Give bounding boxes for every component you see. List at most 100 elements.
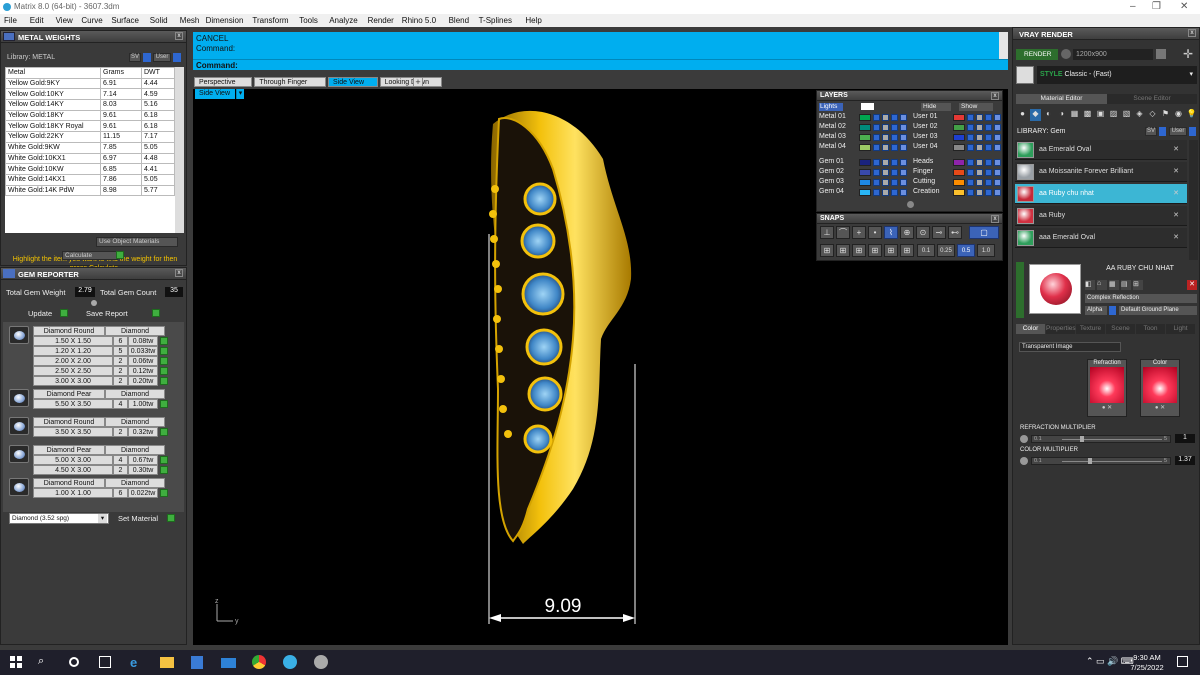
layer-lock-icon[interactable] — [882, 134, 889, 141]
gem-size-row[interactable]: 5.00 X 3.00 4 0.67tw — [33, 455, 158, 465]
add-view-tab-icon[interactable]: + — [413, 77, 423, 87]
metal-row[interactable]: Yellow Gold:18KY Royal 9.61 6.18 — [5, 120, 175, 133]
update-go-icon[interactable] — [60, 309, 68, 317]
refraction-reset-icon[interactable] — [1020, 435, 1028, 443]
snap-tool-icon[interactable]: + — [852, 226, 866, 239]
remove-material-icon[interactable]: ✕ — [1173, 145, 1179, 153]
layer-select-icon[interactable] — [891, 159, 898, 166]
maximize-icon[interactable]: ❐ — [1152, 1, 1161, 12]
layer-color-swatch[interactable] — [859, 134, 871, 141]
layer-lock-icon[interactable] — [976, 124, 983, 131]
color-multiplier-value[interactable]: 1.37 — [1175, 456, 1195, 465]
layer-color-swatch[interactable] — [953, 189, 965, 196]
layer-row[interactable]: Gem 03 — [819, 178, 909, 187]
update-button[interactable]: Update — [28, 309, 52, 318]
reflection-select[interactable]: Complex Reflection — [1085, 294, 1197, 303]
layer-visibility-icon[interactable] — [967, 169, 974, 176]
layer-row[interactable]: User 01 — [913, 113, 1003, 122]
resolution-field[interactable]: 1200x900 — [1073, 49, 1153, 60]
material-tool-icon[interactable]: ◑ — [1056, 109, 1067, 121]
layers-expand-icon[interactable] — [907, 201, 914, 208]
panel-close-icon[interactable]: x — [991, 215, 999, 223]
render-button[interactable]: RENDER — [1016, 49, 1058, 60]
layer-select-icon[interactable] — [985, 134, 992, 141]
layer-color-swatch[interactable] — [859, 159, 871, 166]
gem-select-icon[interactable] — [160, 337, 168, 345]
layer-color-swatch[interactable] — [953, 144, 965, 151]
layer-hide-icon[interactable] — [900, 189, 907, 196]
layer-row[interactable]: Metal 02 — [819, 123, 909, 132]
resolution-menu-icon[interactable] — [1156, 49, 1166, 59]
layer-select-icon[interactable] — [891, 124, 898, 131]
layer-hide-icon[interactable] — [994, 144, 1001, 151]
layer-row[interactable]: Heads — [913, 158, 1003, 167]
render-settings-icon[interactable] — [1061, 49, 1071, 59]
snap-increment[interactable]: 0.1 — [917, 244, 935, 257]
refraction-value[interactable]: 1 — [1175, 434, 1195, 443]
notifications-icon[interactable] — [1177, 656, 1188, 667]
metal-row[interactable]: White Gold:14KX1 7.86 5.05 — [5, 173, 175, 186]
gem-select-icon[interactable] — [160, 377, 168, 385]
preview-option-icon[interactable]: ⌂ — [1097, 280, 1107, 290]
gem-select-icon[interactable] — [160, 428, 168, 436]
layer-select-icon[interactable] — [985, 169, 992, 176]
material-tool-icon[interactable]: ◉ — [1173, 109, 1184, 121]
vray-sv-button[interactable]: SV — [1145, 127, 1157, 136]
matrix-app-icon[interactable] — [283, 655, 297, 669]
layer-hide-icon[interactable] — [994, 124, 1001, 131]
menu-curve[interactable]: Curve — [81, 16, 102, 25]
gem-size-row[interactable]: 3.00 X 3.00 2 0.20tw — [33, 376, 158, 386]
layer-select-icon[interactable] — [985, 144, 992, 151]
preview-close-icon[interactable]: ✕ — [1187, 280, 1197, 290]
layer-color-swatch[interactable] — [953, 179, 965, 186]
gem-size-row[interactable]: 3.50 X 3.50 2 0.32tw — [33, 427, 158, 437]
panel-close-icon[interactable]: x — [175, 32, 183, 40]
gem-size-row[interactable]: 1.00 X 1.00 6 0.022tw — [33, 488, 158, 498]
layer-color-swatch[interactable] — [953, 124, 965, 131]
color-reset-icon[interactable] — [1020, 457, 1028, 465]
close-icon[interactable]: ✕ — [1180, 1, 1188, 12]
material-tool-icon[interactable]: ▨ — [1108, 109, 1119, 121]
color-slider[interactable]: 0.1 5 — [1031, 457, 1171, 465]
metal-row[interactable]: Yellow Gold:10KY 7.14 4.59 — [5, 88, 175, 101]
layer-visibility-icon[interactable] — [967, 189, 974, 196]
tab-material-editor[interactable]: Material Editor — [1016, 94, 1107, 104]
menu-analyze[interactable]: Analyze — [329, 16, 357, 25]
layer-hide-icon[interactable] — [900, 114, 907, 121]
layer-select-icon[interactable] — [891, 144, 898, 151]
layer-visibility-icon[interactable] — [873, 144, 880, 151]
material-tool-icon[interactable]: ▣ — [1095, 109, 1106, 121]
menu-tools[interactable]: Tools — [299, 16, 318, 25]
menu-render[interactable]: Render — [368, 16, 394, 25]
layer-select-icon[interactable] — [985, 159, 992, 166]
snap-tool-icon[interactable]: • — [868, 226, 882, 239]
snap-tool-icon[interactable]: ⊥ — [820, 226, 834, 239]
gem-select-icon[interactable] — [160, 456, 168, 464]
gem-material-select[interactable]: Diamond (3.52 spg) ▾ — [9, 513, 109, 524]
menu-rhino-5-0[interactable]: Rhino 5.0 — [402, 16, 436, 25]
layer-lock-icon[interactable] — [882, 124, 889, 131]
minimize-icon[interactable]: – — [1130, 1, 1136, 12]
gem-size-row[interactable]: 4.50 X 3.00 2 0.30tw — [33, 465, 158, 475]
store-icon[interactable] — [191, 656, 203, 669]
layer-color-swatch[interactable] — [859, 169, 871, 176]
prop-tab-properties[interactable]: Properties — [1046, 324, 1076, 334]
preview-option-icon[interactable]: ▦ — [1109, 280, 1119, 290]
layer-color-swatch[interactable] — [953, 134, 965, 141]
metal-column-header[interactable]: DWT — [140, 67, 175, 79]
layer-color-swatch[interactable] — [859, 179, 871, 186]
menu-help[interactable]: Help — [525, 16, 541, 25]
snap-tool-icon[interactable]: ⌇ — [884, 226, 898, 239]
tab-through-finger[interactable]: Through Finger — [254, 77, 326, 87]
refraction-slider[interactable]: 0.1 5 — [1031, 435, 1171, 443]
layer-color-swatch[interactable] — [859, 144, 871, 151]
snap-mode-icon[interactable]: ⊞ — [868, 244, 882, 257]
layer-visibility-icon[interactable] — [967, 114, 974, 121]
layer-lock-icon[interactable] — [976, 179, 983, 186]
metal-row[interactable]: Yellow Gold:14KY 8.03 5.16 — [5, 99, 175, 111]
material-tool-icon[interactable]: ⚑ — [1160, 109, 1171, 121]
layer-hide-icon[interactable] — [900, 159, 907, 166]
metal-row[interactable]: White Gold:9KW 7.85 5.05 — [5, 141, 175, 154]
gem-select-icon[interactable] — [160, 489, 168, 497]
material-item[interactable]: aa Moissanite Forever Brilliant ✕ — [1015, 162, 1187, 182]
